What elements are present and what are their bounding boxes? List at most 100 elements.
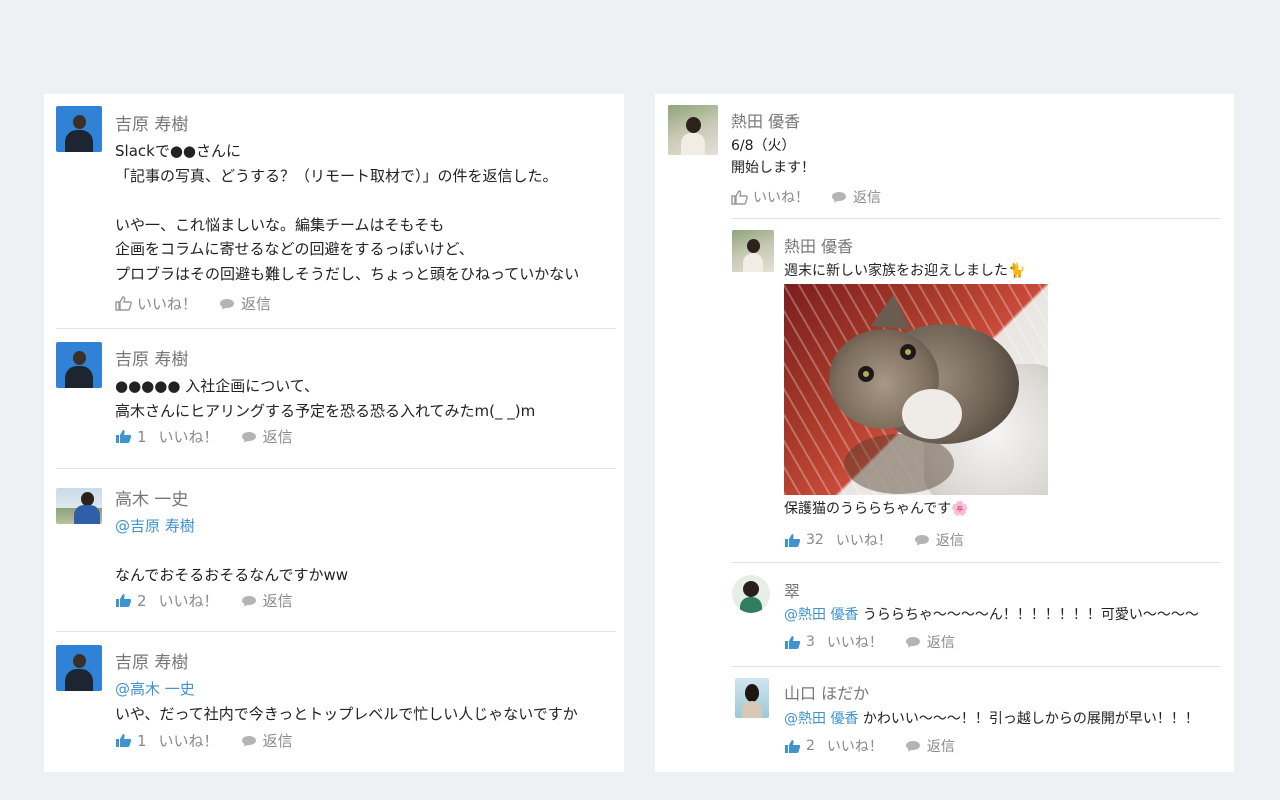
divider <box>731 666 1221 667</box>
reply-button[interactable]: 返信 <box>927 736 955 756</box>
like-count[interactable]: 32 <box>806 532 824 548</box>
author-name[interactable]: 熱田 優香 <box>731 108 800 132</box>
like-button[interactable]: いいね！ <box>836 530 892 550</box>
post-actions: 1 いいね！ 返信 <box>115 426 293 447</box>
left-thread-panel: 吉原 寿樹 Slackで●●さんに 「記事の写真、どうする？（リモート取材で）」… <box>44 94 624 772</box>
cat-photo[interactable] <box>784 284 1048 495</box>
post-actions: 32 いいね！ 返信 <box>784 530 964 550</box>
post: 吉原 寿樹 Slackで●●さんに 「記事の写真、どうする？（リモート取材で）」… <box>44 94 624 329</box>
like-count[interactable]: 1 <box>137 732 147 750</box>
like-count[interactable]: 1 <box>137 428 147 446</box>
speech-bubble-icon <box>241 735 256 746</box>
thumbs-up-icon[interactable] <box>784 635 801 650</box>
thumbs-up-icon[interactable] <box>115 593 132 608</box>
post-body: @熱田 優香 うららちゃ〜〜〜〜ん！！！！！！！可愛い〜〜〜〜 <box>784 604 1199 626</box>
post-line: なんでおそるおそるなんですかww <box>115 566 349 584</box>
post-body: ●●●●● 入社企画について、 高木さんにヒアリングする予定を恐る恐る入れてみた… <box>115 374 535 423</box>
thumbs-up-icon[interactable] <box>115 733 132 748</box>
like-button[interactable]: いいね！ <box>159 590 219 611</box>
author-name[interactable]: 翠 <box>784 578 800 602</box>
avatar[interactable] <box>56 488 102 524</box>
post: 高木 一史 @吉原 寿樹 なんでおそるおそるなんですかww 2 いいね！ 返信 <box>44 470 624 630</box>
like-button[interactable]: いいね！ <box>827 632 883 652</box>
post: 吉原 寿樹 @高木 一史 いや、だって社内で今きっとトップレベルで忙しい人じゃな… <box>44 634 624 772</box>
like-count[interactable]: 2 <box>137 592 147 610</box>
author-name[interactable]: 熱田 優香 <box>784 233 853 257</box>
post: 吉原 寿樹 ●●●●● 入社企画について、 高木さんにヒアリングする予定を恐る恐… <box>44 330 624 465</box>
thumbs-up-icon[interactable] <box>784 739 801 754</box>
avatar[interactable] <box>735 678 769 718</box>
right-thread-panel: 熱田 優香 6/8（火） 開始します！ いいね！ 返信 熱田 優香 週末に新しい… <box>655 94 1234 772</box>
speech-bubble-icon <box>832 192 846 203</box>
post-text: 週末に新しい家族をお迎えしました🐈 <box>784 263 1026 279</box>
author-name[interactable]: 吉原 寿樹 <box>115 345 188 370</box>
like-button[interactable]: いいね！ <box>159 426 219 447</box>
post-actions: 2 いいね！ 返信 <box>115 590 293 611</box>
post-line: いや、だって社内で今きっとトップレベルで忙しい人じゃないですか <box>115 704 578 723</box>
post-line: 高木さんにヒアリングする予定を恐る恐る入れてみたm(_ _)m <box>115 401 536 420</box>
post-line-empty <box>115 539 348 564</box>
avatar[interactable] <box>732 230 774 272</box>
thumbs-up-icon[interactable] <box>731 189 748 205</box>
speech-bubble-icon <box>914 535 929 546</box>
reply-button[interactable]: 返信 <box>263 426 293 447</box>
post-text: 保護猫のうららちゃんです🌸 <box>784 501 969 517</box>
divider <box>56 631 616 632</box>
reply-button[interactable]: 返信 <box>263 730 293 751</box>
author-name[interactable]: 山口 ほだか <box>784 680 869 704</box>
like-button[interactable]: いいね！ <box>159 730 219 751</box>
avatar[interactable] <box>56 645 102 691</box>
reply-button[interactable]: 返信 <box>927 632 955 652</box>
reply-button[interactable]: 返信 <box>936 530 964 550</box>
speech-bubble-icon <box>241 431 256 442</box>
post-actions: 3 いいね！ 返信 <box>784 632 955 652</box>
thumbs-up-icon[interactable] <box>784 533 801 548</box>
post-actions: 1 いいね！ 返信 <box>115 730 293 751</box>
thumbs-up-icon[interactable] <box>115 429 132 444</box>
post-line: いや一、これ悩ましいな。編集チームはそもそも <box>115 215 445 234</box>
author-name[interactable]: 高木 一史 <box>115 485 188 510</box>
reply-button[interactable]: 返信 <box>853 187 881 207</box>
like-count[interactable]: 2 <box>806 738 815 754</box>
reply-button[interactable]: 返信 <box>263 590 293 611</box>
post-actions: いいね！ 返信 <box>115 293 271 314</box>
post-line-empty <box>115 188 579 213</box>
post-line: 「記事の写真、どうする？（リモート取材で）」の件を返信した。 <box>115 166 558 185</box>
post-body: @熱田 優香 かわいい〜〜〜！！引っ越しからの展開が早い！！！ <box>784 708 1199 730</box>
avatar[interactable] <box>56 106 102 152</box>
thumbs-up-icon[interactable] <box>115 296 132 311</box>
speech-bubble-icon <box>905 741 920 752</box>
post-body: @高木 一史 いや、だって社内で今きっとトップレベルで忙しい人じゃないですか <box>115 677 578 726</box>
author-name[interactable]: 吉原 寿樹 <box>115 110 188 135</box>
avatar[interactable] <box>732 575 770 613</box>
mention-link[interactable]: @高木 一史 <box>115 677 578 702</box>
reply-post: 山口 ほだか @熱田 優香 かわいい〜〜〜！！引っ越しからの展開が早い！！！ 2… <box>655 668 1234 772</box>
divider <box>731 562 1221 563</box>
post-line: ●●●●● 入社企画について、 <box>115 377 320 395</box>
like-button[interactable]: いいね！ <box>827 736 883 756</box>
post-text: かわいい〜〜〜！！引っ越しからの展開が早い！！！ <box>862 711 1199 727</box>
like-count[interactable]: 3 <box>806 634 815 650</box>
post-text: うららちゃ〜〜〜〜ん！！！！！！！可愛い〜〜〜〜 <box>862 607 1199 623</box>
post-body: @吉原 寿樹 なんでおそるおそるなんですかww <box>115 514 348 588</box>
avatar[interactable] <box>668 105 718 155</box>
post-line: プロブラはその回避も難しそうだし、ちょっと頭をひねっていかない <box>115 264 580 283</box>
divider <box>731 218 1221 219</box>
post-body: 6/8（火） 開始します！ <box>731 135 815 179</box>
post-actions: いいね！ 返信 <box>731 187 881 207</box>
speech-bubble-icon <box>905 637 920 648</box>
mention-link[interactable]: @吉原 寿樹 <box>115 514 348 539</box>
mention-link[interactable]: @熱田 優香 <box>784 711 858 727</box>
divider <box>56 468 616 469</box>
speech-bubble-icon <box>220 298 235 309</box>
post-actions: 2 いいね！ 返信 <box>784 736 955 756</box>
avatar[interactable] <box>56 342 102 388</box>
mention-link[interactable]: @熱田 優香 <box>784 607 858 623</box>
like-button[interactable]: いいね！ <box>137 293 197 314</box>
author-name[interactable]: 吉原 寿樹 <box>115 648 188 673</box>
post-line: 6/8（火） <box>731 138 796 154</box>
post-line: 企画をコラムに寄せるなどの回避をするっぽいけど、 <box>115 240 474 258</box>
reply-button[interactable]: 返信 <box>241 293 271 314</box>
reply-post: 翠 @熱田 優香 うららちゃ〜〜〜〜ん！！！！！！！可愛い〜〜〜〜 3 いいね！… <box>655 564 1234 664</box>
like-button[interactable]: いいね！ <box>753 187 809 207</box>
